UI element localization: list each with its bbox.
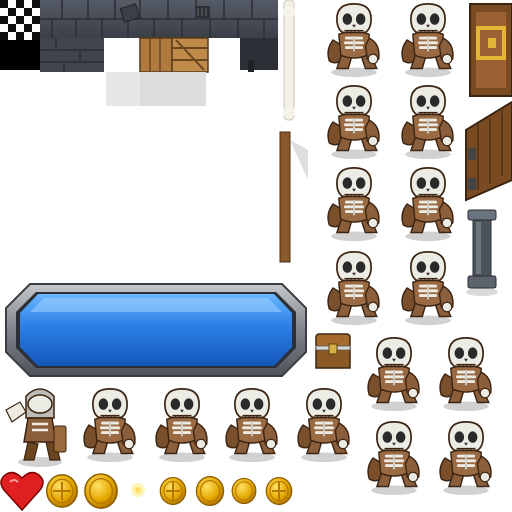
checker-tile xyxy=(0,0,40,70)
wooden-door-plain xyxy=(465,100,512,202)
wooden-pole xyxy=(279,131,308,263)
coin-icon xyxy=(159,476,187,506)
coin-icon xyxy=(231,477,257,505)
coin-icon xyxy=(195,475,225,507)
wooden-door-gold xyxy=(469,3,512,97)
skeleton-frames-right xyxy=(326,2,455,327)
coin-sparkle-icon xyxy=(131,483,145,497)
blue-panel xyxy=(5,283,307,377)
coin-icon xyxy=(265,476,293,506)
coin-icon xyxy=(45,474,79,508)
gold-coins xyxy=(45,473,293,509)
hooded-skeleton xyxy=(5,388,67,467)
treasure-chest xyxy=(315,333,351,369)
sprite-sheet xyxy=(0,0,512,512)
heart-icon xyxy=(0,471,44,512)
skeleton-frames-lower xyxy=(366,336,493,497)
bone-staff xyxy=(283,0,295,121)
skeleton-frames-bottom xyxy=(82,387,351,464)
coin-icon xyxy=(84,473,118,509)
stone-pillar xyxy=(466,209,498,296)
